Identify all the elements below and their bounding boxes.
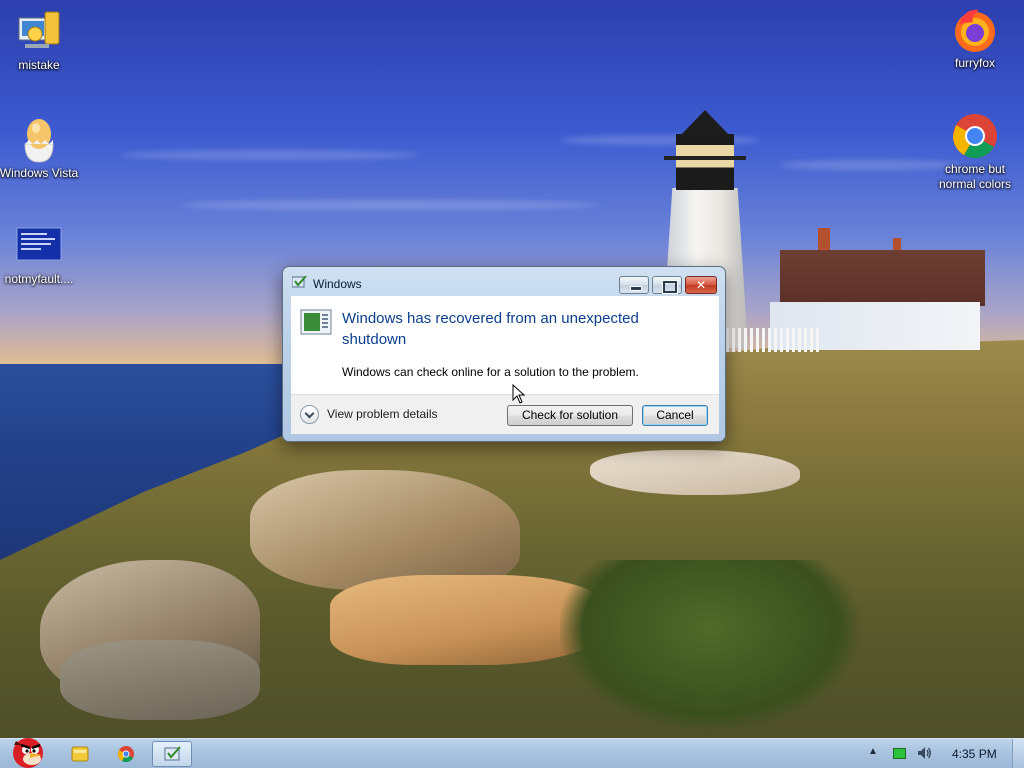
desktop-icon-label: mistake (18, 58, 60, 72)
desktop-icon-label: Windows Vista (0, 166, 79, 180)
chrome-icon (951, 112, 999, 160)
rock (60, 640, 260, 720)
taskbar-explorer[interactable] (60, 741, 100, 767)
clock[interactable]: 4:35 PM (952, 747, 997, 761)
dialog-content: Windows has recovered from an unexpected… (291, 296, 719, 394)
system-tray: ▲ 4:35 PM (866, 739, 1024, 768)
folder-icon (71, 746, 89, 762)
maximize-icon (653, 277, 681, 294)
chevron-down-icon (300, 405, 319, 424)
desktop-icon-mistake[interactable]: mistake (0, 8, 81, 73)
shrub (560, 560, 860, 730)
egg-icon (15, 116, 63, 164)
minimize-icon (620, 277, 648, 293)
house-roof (780, 250, 985, 306)
lighthouse-roof (680, 110, 730, 136)
app-icon (291, 275, 308, 290)
installer-icon (15, 8, 63, 56)
dialog-titlebar[interactable]: Windows ✕ (283, 267, 725, 297)
firefox-icon (951, 6, 999, 54)
taskbar: ▲ 4:35 PM (0, 738, 1024, 768)
close-button[interactable]: ✕ (685, 276, 717, 294)
battery-icon[interactable] (893, 748, 906, 759)
show-hidden-icons-icon[interactable]: ▲ (868, 746, 878, 757)
desktop-icon-label: notmyfault.... (4, 272, 74, 286)
dialog-heading: Windows has recovered from an unexpected… (342, 310, 639, 348)
bluescreen-icon (15, 222, 63, 270)
close-icon: ✕ (695, 278, 707, 292)
desktop-icon-furryfox[interactable]: furryfox (933, 6, 1017, 71)
maximize-button[interactable] (652, 276, 682, 294)
angry-bird-icon (13, 738, 43, 768)
taskbar-chrome[interactable] (106, 741, 146, 767)
desktop-icon-notmyfault[interactable]: notmyfault.... (0, 222, 81, 287)
rock (590, 450, 800, 495)
desktop-icon-windows-vista[interactable]: Windows Vista (0, 116, 81, 181)
show-desktop-button[interactable] (1012, 739, 1024, 768)
minimize-button[interactable] (619, 276, 649, 294)
app-icon (164, 746, 181, 761)
chrome-icon (117, 746, 134, 763)
desktop-icon-chrome[interactable]: chrome but normal colors (933, 112, 1017, 192)
start-button[interactable] (2, 731, 50, 768)
rock (250, 470, 520, 590)
mouse-cursor-icon (512, 383, 526, 404)
check-for-solution-button[interactable]: Check for solution (507, 405, 633, 426)
desktop-icon-label: chrome but normal colors (938, 162, 1012, 191)
cancel-button[interactable]: Cancel (642, 405, 708, 426)
error-recovery-dialog: Windows ✕ Windows has recovered from an … (282, 266, 726, 442)
fence (726, 328, 822, 352)
dialog-title: Windows (313, 277, 362, 291)
document-icon (300, 309, 332, 335)
lighthouse-lamp (676, 134, 734, 190)
view-details-toggle[interactable]: View problem details (300, 405, 470, 425)
desktop-icon-label: furryfox (954, 56, 995, 70)
dialog-footer: View problem details Check for solution … (291, 394, 719, 434)
volume-icon[interactable] (916, 745, 932, 761)
dialog-message: Windows can check online for a solution … (342, 365, 639, 379)
view-details-label: View problem details (327, 407, 438, 421)
lighthouse-rail (664, 156, 746, 160)
taskbar-active-app[interactable] (152, 741, 192, 767)
